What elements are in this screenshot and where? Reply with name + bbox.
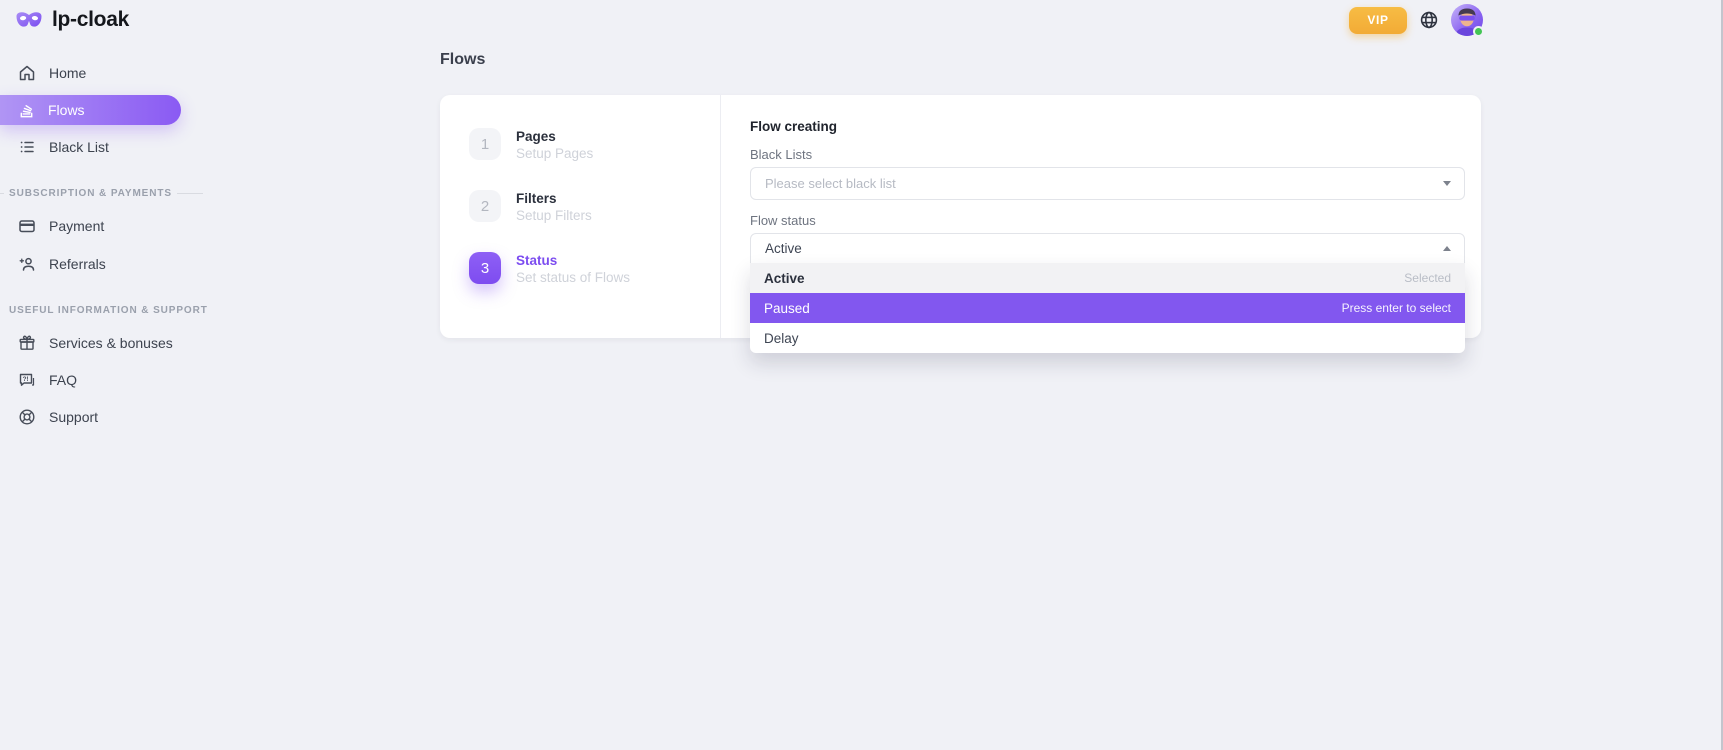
flow-status-value: Active bbox=[765, 241, 802, 256]
flow-creating-form: Flow creating Black Lists Flow status Ac… bbox=[722, 95, 1481, 338]
sidebar-item-label: Home bbox=[49, 65, 86, 81]
flow-stepper: 1 Pages Setup Pages 2 Filters Setup Filt… bbox=[440, 95, 721, 338]
sidebar-item-label: Black List bbox=[49, 139, 109, 155]
step-subtitle: Setup Pages bbox=[516, 145, 593, 162]
sidebar-item-black-list[interactable]: Black List bbox=[0, 133, 190, 161]
step-number: 3 bbox=[469, 252, 501, 284]
home-icon bbox=[18, 64, 36, 82]
sidebar-item-label: Referrals bbox=[49, 256, 106, 272]
step-status[interactable]: 3 Status Set status of Flows bbox=[469, 252, 720, 286]
sidebar: Home Flows Black List SUB bbox=[0, 0, 200, 750]
user-avatar[interactable] bbox=[1451, 4, 1483, 36]
language-globe-button[interactable] bbox=[1419, 10, 1439, 30]
step-title: Pages bbox=[516, 128, 593, 145]
step-title: Filters bbox=[516, 190, 592, 207]
vip-button[interactable]: VIP bbox=[1349, 7, 1407, 34]
sidebar-item-flows[interactable]: Flows bbox=[0, 95, 181, 125]
sidebar-item-support[interactable]: Support bbox=[0, 403, 190, 431]
step-number: 1 bbox=[469, 128, 501, 160]
sidebar-item-label: Flows bbox=[48, 102, 85, 118]
lifebuoy-icon bbox=[18, 408, 36, 426]
faq-chat-icon: ?! bbox=[18, 371, 36, 389]
sidebar-item-label: Services & bonuses bbox=[49, 335, 173, 351]
gift-icon bbox=[18, 334, 36, 352]
option-delay[interactable]: Delay bbox=[750, 323, 1465, 353]
form-title: Flow creating bbox=[750, 119, 1465, 134]
option-active[interactable]: Active Selected bbox=[750, 263, 1465, 293]
credit-card-icon bbox=[18, 217, 36, 235]
person-add-icon bbox=[18, 255, 36, 273]
step-subtitle: Setup Filters bbox=[516, 207, 592, 224]
sidebar-item-referrals[interactable]: Referrals bbox=[0, 250, 190, 278]
sidebar-item-faq[interactable]: ?! FAQ bbox=[0, 366, 190, 394]
black-lists-select[interactable] bbox=[750, 167, 1465, 200]
sidebar-item-label: Payment bbox=[49, 218, 104, 234]
sidebar-section-support: USEFUL INFORMATION & SUPPORT bbox=[0, 305, 208, 316]
sidebar-item-label: Support bbox=[49, 409, 98, 425]
sidebar-item-label: FAQ bbox=[49, 372, 77, 388]
chevron-up-icon bbox=[1443, 246, 1451, 251]
globe-icon bbox=[1419, 10, 1439, 30]
step-subtitle: Set status of Flows bbox=[516, 269, 630, 286]
option-paused[interactable]: Paused Press enter to select bbox=[750, 293, 1465, 323]
flow-status-dropdown: Active Selected Paused Press enter to se… bbox=[750, 263, 1465, 353]
step-pages[interactable]: 1 Pages Setup Pages bbox=[469, 128, 720, 162]
sidebar-item-services-bonuses[interactable]: Services & bonuses bbox=[0, 329, 190, 357]
sidebar-section-payments: SUBSCRIPTION & PAYMENTS bbox=[0, 188, 203, 199]
step-number: 2 bbox=[469, 190, 501, 222]
sidebar-item-payment[interactable]: Payment bbox=[0, 212, 190, 240]
sidebar-item-home[interactable]: Home bbox=[0, 59, 190, 87]
black-lists-label: Black Lists bbox=[750, 147, 1465, 162]
page-title: Flows bbox=[440, 51, 485, 69]
option-hint: Selected bbox=[1404, 271, 1451, 285]
svg-text:?!: ?! bbox=[23, 376, 29, 383]
option-label: Delay bbox=[764, 331, 799, 346]
online-status-dot bbox=[1473, 26, 1484, 37]
black-lists-input[interactable] bbox=[765, 176, 1450, 191]
flows-stack-icon bbox=[18, 102, 35, 119]
flow-status-select[interactable]: Active Active Selected Paused Press ente… bbox=[750, 233, 1465, 264]
step-filters[interactable]: 2 Filters Setup Filters bbox=[469, 190, 720, 224]
flow-creating-card: 1 Pages Setup Pages 2 Filters Setup Filt… bbox=[440, 95, 1481, 338]
step-title: Status bbox=[516, 252, 630, 269]
option-hint: Press enter to select bbox=[1342, 301, 1451, 315]
flow-status-label: Flow status bbox=[750, 213, 1465, 228]
option-label: Active bbox=[764, 271, 805, 286]
option-label: Paused bbox=[764, 301, 810, 316]
chevron-down-icon bbox=[1443, 181, 1451, 186]
list-icon bbox=[18, 138, 36, 156]
